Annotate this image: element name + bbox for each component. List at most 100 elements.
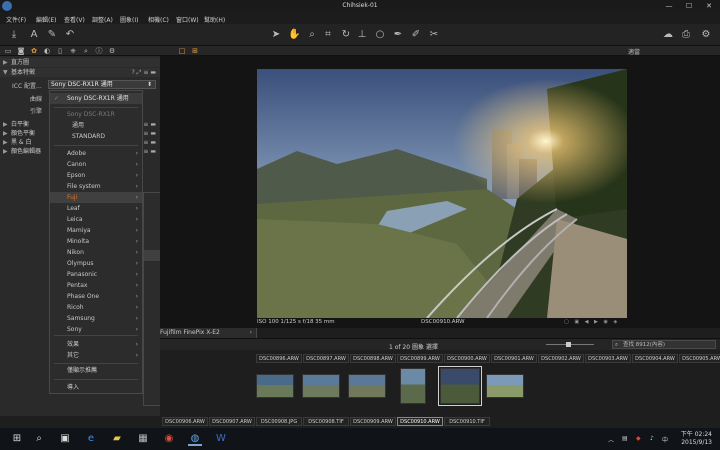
rotate-icon[interactable]: ↻	[340, 29, 352, 41]
import-icon[interactable]: ⤓	[8, 29, 20, 41]
menu-item-standard[interactable]: STANDARD	[50, 131, 142, 142]
menu-brand-item[interactable]: Fuji ›	[50, 192, 142, 203]
brush-icon[interactable]: ✎	[46, 29, 58, 41]
menu-brand-item[interactable]: Phase One ›	[50, 291, 142, 302]
section-tools-icon[interactable]: ? ⤢ ≡ ▬	[132, 68, 156, 77]
photo-preview[interactable]	[257, 69, 627, 318]
basic-characteristics-section[interactable]: ▼ 基本特徵 ? ⤢ ≡ ▬	[0, 68, 160, 77]
tray-security-icon[interactable]: ◆	[636, 435, 641, 442]
icc-profile-select[interactable]: Sony DSC-RX1R 通用 ⬍	[48, 80, 156, 89]
grid-view-icon[interactable]: ⊞	[191, 47, 199, 55]
zoom-icon[interactable]: ⌕	[306, 29, 318, 41]
filmstrip-filename[interactable]: DSC00904.ARW	[632, 354, 678, 363]
filmstrip-thumbnail[interactable]	[486, 374, 524, 398]
menu-item-other[interactable]: 其它 ›	[50, 350, 142, 361]
filmstrip-filename[interactable]: DSC00905.ARW	[679, 354, 720, 363]
menu-brand-item[interactable]: Olympus ›	[50, 258, 142, 269]
menu-brand-item[interactable]: Leaf ›	[50, 203, 142, 214]
tray-chevron-icon[interactable]: ︿	[608, 435, 614, 444]
filmstrip-filename[interactable]: DSC00908.JPG	[256, 417, 302, 426]
edge-browser-icon[interactable]: e	[84, 432, 98, 446]
eyedropper-icon[interactable]: ✒	[392, 29, 404, 41]
menu-adjust[interactable]: 調整(A)	[92, 15, 113, 24]
chrome-icon[interactable]: ◉	[162, 432, 176, 446]
settings-icon[interactable]: ⚙	[700, 29, 712, 41]
filmstrip-filename[interactable]: DSC00909.ARW	[350, 417, 396, 426]
menu-help[interactable]: 幫助(H)	[204, 15, 225, 24]
menu-item-show-recommended[interactable]: 僅顯示推薦	[50, 365, 142, 376]
filmstrip-filename[interactable]: DSC00903.ARW	[585, 354, 631, 363]
menu-brand-item[interactable]: Nikon ›	[50, 247, 142, 258]
filmstrip-filename[interactable]: DSC00910.TIF	[444, 417, 490, 426]
filmstrip-filename[interactable]: DSC00910.ARW	[397, 417, 443, 426]
menu-item-current-profile[interactable]: ✓ Sony DSC-RX1R 通用	[50, 93, 142, 104]
spot-brush-icon[interactable]: ✐	[410, 29, 422, 41]
filmstrip-thumbnail[interactable]	[438, 366, 482, 406]
color-icon[interactable]: ✿	[30, 47, 38, 55]
filmstrip-filename[interactable]: DSC00900.ARW	[444, 354, 490, 363]
menu-brand-item[interactable]: Panasonic ›	[50, 269, 142, 280]
menu-file[interactable]: 文件(F)	[6, 15, 26, 24]
section-tools-icon[interactable]: ≡ ▬	[143, 138, 156, 147]
filmstrip-filename[interactable]: DSC00901.ARW	[491, 354, 537, 363]
circle-icon[interactable]: ○	[374, 29, 386, 41]
fuji-profile-item[interactable]: Fujifilm FinePix X-E2 ›	[144, 327, 256, 338]
filmstrip-filename[interactable]: DSC00907.ARW	[209, 417, 255, 426]
crop-icon[interactable]: ⌗	[322, 29, 334, 41]
hand-tool-icon[interactable]: ✋	[288, 29, 300, 41]
filmstrip-thumbnail[interactable]	[302, 374, 340, 398]
thumbnail-size-slider[interactable]	[540, 342, 600, 347]
menu-brand-item[interactable]: File system ›	[50, 181, 142, 192]
keystone-icon[interactable]: ⊥	[356, 29, 368, 41]
section-tools-icon[interactable]: ≡ ▬	[143, 120, 156, 129]
filmstrip-filename[interactable]: DSC00896.ARW	[256, 354, 302, 363]
menu-item-effects[interactable]: 效果 ›	[50, 339, 142, 350]
zoom-label[interactable]: 適當	[628, 47, 640, 56]
metadata-icon[interactable]: ⓘ	[95, 47, 103, 55]
undo-icon[interactable]: ↶	[64, 29, 76, 41]
task-view-icon[interactable]: ▣	[58, 432, 72, 446]
local-adjust-icon[interactable]: ⎈	[69, 47, 77, 55]
histogram-section[interactable]: ▶ 直方圖	[0, 58, 160, 67]
menu-brand-item[interactable]: Samsung ›	[50, 313, 142, 324]
filmstrip-thumbnail[interactable]	[400, 368, 426, 404]
search-input[interactable]: ⌕ 查找 8912(內容)	[612, 340, 716, 349]
menu-brand-item[interactable]: Mamiya ›	[50, 225, 142, 236]
text-icon[interactable]: A	[28, 29, 40, 41]
system-clock[interactable]: 下午 02:24 2015/9/13	[681, 431, 712, 447]
search-icon[interactable]: ⌕	[32, 432, 46, 446]
library-icon[interactable]: ▭	[4, 47, 12, 55]
filmstrip-thumbnail[interactable]	[256, 374, 294, 398]
output-icon[interactable]: ⚙	[108, 47, 116, 55]
section-tools-icon[interactable]: ≡ ▬	[143, 129, 156, 138]
viewer-controls-icon[interactable]: ▢ ▣ ◀ ▶ ◉ ◈	[564, 319, 619, 325]
filmstrip-filename[interactable]: DSC00908.TIF	[303, 417, 349, 426]
tray-network-icon[interactable]: ▤	[622, 435, 628, 442]
filmstrip-filename[interactable]: DSC00902.ARW	[538, 354, 584, 363]
minimize-button[interactable]: —	[660, 0, 678, 12]
menu-edit[interactable]: 編輯(E)	[36, 15, 56, 24]
filmstrip-thumbnail[interactable]	[348, 374, 386, 398]
word-icon[interactable]: W	[214, 432, 228, 446]
lens-icon[interactable]: ▯	[56, 47, 64, 55]
menu-window[interactable]: 窗口(W)	[176, 15, 199, 24]
filmstrip-filename[interactable]: DSC00897.ARW	[303, 354, 349, 363]
exposure-icon[interactable]: ◐	[43, 47, 51, 55]
menu-brand-item[interactable]: Canon ›	[50, 159, 142, 170]
eraser-icon[interactable]: ✂	[428, 29, 440, 41]
maximize-button[interactable]: ☐	[680, 0, 698, 12]
menu-brand-item[interactable]: Adobe ›	[50, 148, 142, 159]
slider-knob[interactable]	[566, 342, 571, 347]
file-explorer-icon[interactable]: ▰	[110, 432, 124, 446]
filmstrip-filename[interactable]: DSC00899.ARW	[397, 354, 443, 363]
print-icon[interactable]: ⎙	[680, 29, 692, 41]
menu-camera[interactable]: 相機(C)	[148, 15, 169, 24]
menu-view[interactable]: 查看(V)	[64, 15, 85, 24]
close-button[interactable]: ✕	[700, 0, 718, 12]
menu-brand-item[interactable]: Ricoh ›	[50, 302, 142, 313]
menu-item-import[interactable]: 導入	[50, 382, 142, 393]
capture-one-icon[interactable]: ◍	[188, 432, 202, 446]
menu-image[interactable]: 圖象(I)	[120, 15, 138, 24]
menu-brand-item[interactable]: Sony ›	[50, 324, 142, 335]
menu-item-generic[interactable]: 通用	[50, 120, 142, 131]
